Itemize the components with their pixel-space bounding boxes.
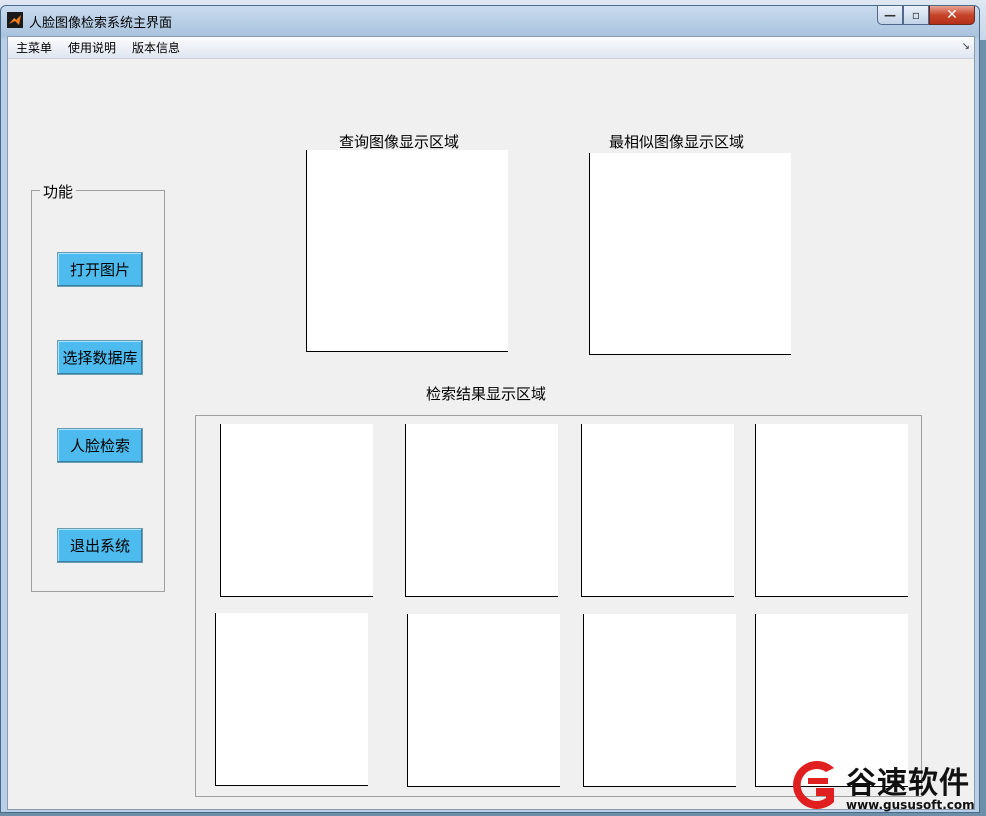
close-icon: ✕ [946,7,958,23]
results-area-label: 检索结果显示区域 [426,385,547,403]
result-image-4 [755,424,908,597]
menu-main[interactable]: 主菜单 [8,37,60,59]
most-similar-area-label: 最相似图像显示区域 [609,133,745,151]
most-similar-image-axes [589,153,791,355]
maximize-button[interactable]: ▫ [903,6,929,25]
result-image-6 [407,614,560,787]
function-panel-title: 功能 [40,181,77,202]
figure-client-area: 主菜单 使用说明 版本信息 ↘ 查询图像显示区域 最相似图像显示区域 功能 打开… [7,36,975,810]
menu-instructions[interactable]: 使用说明 [60,37,124,59]
watermark: 谷速软件 www.gususoft.com [786,756,986,816]
menu-bar: 主菜单 使用说明 版本信息 ↘ [8,37,974,59]
matlab-icon [7,12,23,28]
maximize-icon: ▫ [911,8,921,22]
close-button[interactable]: ✕ [929,6,975,25]
toolbar-toggle-icon[interactable]: ↘ [962,41,970,52]
open-image-button[interactable]: 打开图片 [57,252,143,287]
result-image-3 [581,424,734,597]
gusu-logo-icon [793,761,834,809]
main-window: 人脸图像检索系统主界面 — ▫ ✕ 主菜单 使用说明 版本信息 ↘ 查询图像显示… [0,5,980,813]
minimize-icon: — [884,8,896,22]
title-bar: 人脸图像检索系统主界面 — ▫ ✕ [1,6,979,36]
query-area-label: 查询图像显示区域 [339,133,460,151]
exit-system-button[interactable]: 退出系统 [57,528,143,563]
watermark-url: www.gususoft.com [846,798,975,812]
minimize-button[interactable]: — [877,6,903,25]
result-image-7 [583,614,736,787]
menu-version-info[interactable]: 版本信息 [124,37,188,59]
face-search-button[interactable]: 人脸检索 [57,428,143,463]
result-image-1 [220,424,373,597]
watermark-brand: 谷速软件 [846,766,970,801]
window-controls: — ▫ ✕ [877,6,975,26]
window-title: 人脸图像检索系统主界面 [29,16,173,31]
select-database-button[interactable]: 选择数据库 [57,340,143,375]
result-image-2 [405,424,558,597]
query-image-axes [306,150,508,352]
result-image-5 [215,613,368,786]
function-panel: 功能 打开图片 选择数据库 人脸检索 退出系统 [31,181,165,592]
